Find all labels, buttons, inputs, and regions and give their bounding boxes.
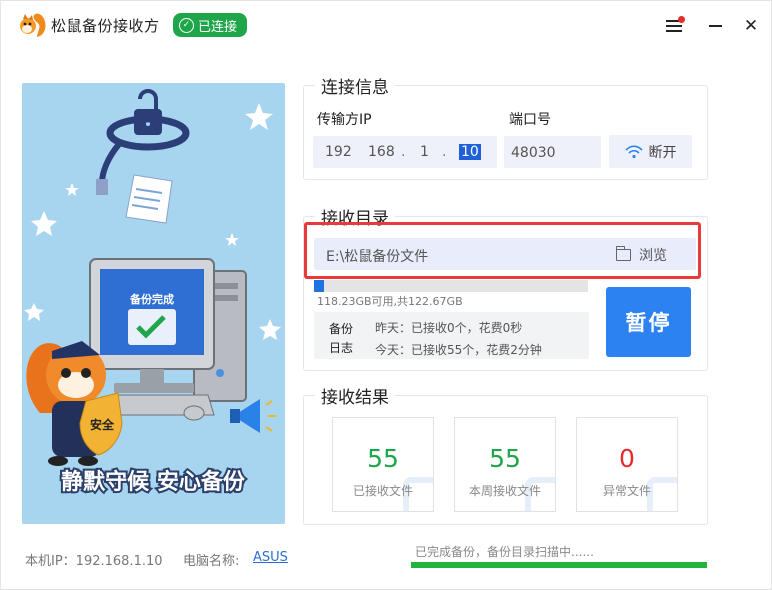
pc-name-label: 电脑名称: [183,554,240,569]
ip-octet-2[interactable]: 168 [368,144,395,160]
local-ip-text: 本机IP：192.168.1.10 [25,554,163,569]
megaphone-icon [230,399,276,433]
close-icon: ✕ [743,16,759,36]
received-files-label: 已接收文件 [352,484,413,498]
app-window: 松鼠备份接收方 ✓ 已连接 ✕ 备份完成 安全 静默守候 安心备份 连接信息 传… [0,0,772,590]
menu-button[interactable] [663,15,685,37]
weekly-files-count: 55 [489,444,521,473]
ip-separator: . [442,144,447,160]
scan-status-text: 已完成备份，备份目录扫描中...... [415,545,594,559]
document-icon [125,174,173,224]
backup-log-box: 备份 日志 昨天：已接收0个，花费0秒 今天：已接收55个，花费2分钟 [314,312,589,359]
sender-ip-label: 传输方IP [317,112,372,128]
error-files-count: 0 [619,444,635,473]
pc-name-link[interactable]: ASUS [253,550,288,565]
connection-info-title: 连接信息 [315,73,395,98]
minimize-button[interactable] [704,15,726,37]
connection-status-badge: ✓ 已连接 [173,13,248,37]
ip-octet-4[interactable]: 10 [459,144,481,160]
port-label: 端口号 [509,112,551,128]
disconnect-label: 断开 [648,144,677,161]
receive-results-title: 接收结果 [315,383,395,408]
received-files-count: 55 [367,444,399,473]
hero-artwork: 备份完成 安全 静默守候 安心备份 [24,89,281,497]
ip-separator: . [401,144,406,160]
title-bar: 松鼠备份接收方 ✓ 已连接 ✕ [1,1,772,51]
yesterday-stats: 昨天：已接收0个，花费0秒 [375,321,523,335]
backup-log-label: 备份 日志 [328,320,354,358]
hero-slogan: 静默守候 安心备份 [61,469,246,495]
backup-log-label-top: 备份 [328,322,353,336]
wifi-icon [624,144,643,158]
port-input[interactable]: 48030 [504,136,601,168]
error-files-tile: 0 异常文件 [576,417,678,512]
disk-usage-bar [314,280,588,292]
connection-status-text: 已连接 [198,19,238,35]
ip-octet-1[interactable]: 192 [325,144,352,160]
directory-highlight-box [304,222,701,279]
error-files-label: 异常文件 [602,484,651,498]
disk-space-text: 118.23GB可用,共122.67GB [317,295,463,308]
hero-illustration: 备份完成 安全 静默守候 安心备份 [22,83,285,524]
notification-dot [678,16,685,23]
disconnect-button[interactable]: 断开 [609,135,692,168]
minimize-icon [708,25,722,27]
scan-progress-fill [411,562,707,568]
backup-log-label-bottom: 日志 [328,341,353,355]
pause-button[interactable]: 暂停 [606,287,691,357]
close-button[interactable]: ✕ [740,15,762,37]
ip-octet-3[interactable]: 1 [420,144,429,160]
scan-progress-bar [411,562,707,568]
weekly-files-label: 本周接收文件 [468,484,541,498]
disk-usage-fill [314,280,324,292]
shield-text: 安全 [90,417,115,432]
check-circle-icon: ✓ [179,17,194,33]
today-stats: 今天：已接收55个，花费2分钟 [375,343,542,357]
weekly-files-tile: 55 本周接收文件 [454,417,556,512]
sender-ip-input[interactable]: 192 . 168 . 1 . 10 [313,136,497,168]
app-title: 松鼠备份接收方 [51,17,160,35]
received-files-tile: 55 已接收文件 [332,417,434,512]
squirrel-logo-icon [20,13,46,37]
screen-text: 备份完成 [129,292,174,306]
